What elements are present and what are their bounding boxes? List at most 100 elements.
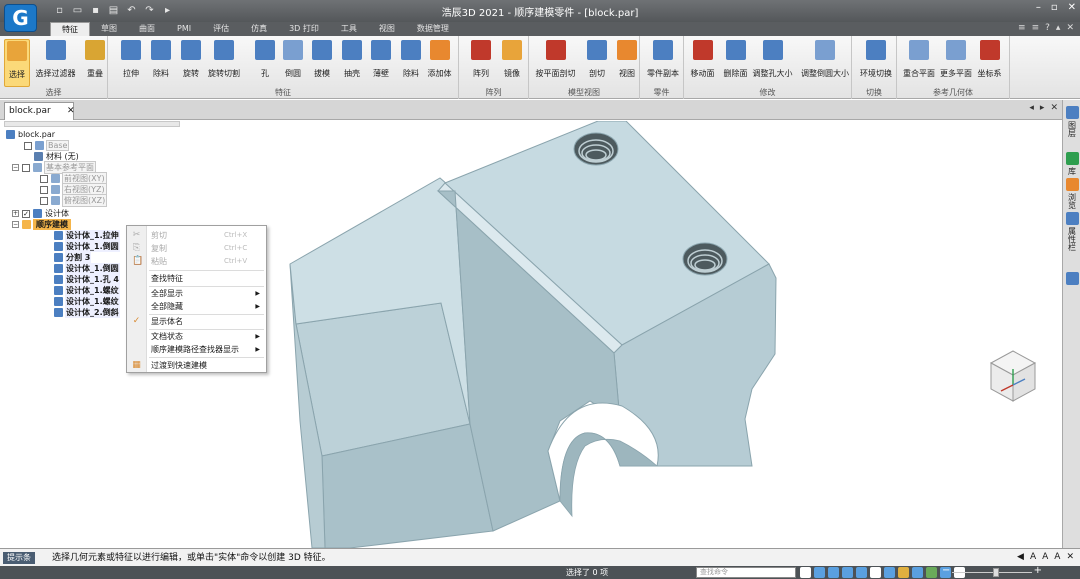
pane-browse[interactable]: 浏览 [1065,178,1079,209]
ribbon-button-0-2[interactable]: 重叠 [82,39,108,87]
ribbon-button-5-0[interactable]: 移动面 [689,39,716,87]
view-tool-3-icon[interactable] [842,567,853,578]
ribbon-button-1-8[interactable]: 薄壁 [368,39,394,87]
visibility-checkbox[interactable] [40,196,48,205]
pane-layers[interactable]: 图层 [1065,106,1079,137]
menu-item-0[interactable]: ✂ 剪切 Ctrl+X [127,229,266,242]
tree-item-feat-hole[interactable]: 设计体_1.孔 4 [54,274,120,285]
scroll-right-icon[interactable]: ▸ [1040,103,1045,113]
ribbon-button-3-2[interactable]: 视图 [614,39,640,87]
view-tool-4-icon[interactable] [856,567,867,578]
pane-properties[interactable]: 属性栏 [1065,212,1079,251]
visibility-checkbox[interactable] [22,163,30,172]
ribbon-tool-2-icon[interactable]: ? [1045,23,1050,33]
menu-item-12[interactable]: 顺序建模路径查找器显示 ▶ [127,343,266,356]
ribbon-button-7-1[interactable]: 更多平面 [938,39,974,87]
tree-item-root[interactable]: block.par [6,129,56,140]
ribbon-button-1-7[interactable]: 抽壳 [339,39,365,87]
prompt-tool-0-icon[interactable]: ◀ [1017,552,1024,562]
prompt-tool-1-icon[interactable]: A [1030,552,1036,562]
tree-item-feat-chamfer[interactable]: 设计体_2.倒斜 [54,307,120,318]
document-tab[interactable]: block.par ✕ [4,102,75,120]
tab-3[interactable]: PMI [166,22,202,36]
ribbon-button-5-3[interactable]: 调整倒圆大小 [798,39,852,87]
tab-5[interactable]: 仿真 [240,22,278,36]
pane-help[interactable] [1065,272,1079,285]
tab-6[interactable]: 3D 打印 [278,22,330,36]
minimize-icon[interactable]: – [1036,2,1041,13]
prompt-tool-3-icon[interactable]: A [1054,552,1060,562]
tree-item-top-xz[interactable]: 俯视图(XZ) [40,194,108,207]
tab-9[interactable]: 数据管理 [406,22,460,36]
ribbon-button-6-0[interactable]: 环境切换 [858,39,894,87]
view-tool-0-icon[interactable] [800,567,811,578]
tree-item-feat-round2[interactable]: 设计体_1.倒圆 [54,263,120,274]
tab-0[interactable]: 特征 [50,22,90,36]
tree-item-feat-split[interactable]: 分割 3 [54,252,92,263]
tree-toggle-icon[interactable]: − [12,221,19,228]
threaded-hole-1[interactable] [573,132,619,166]
menu-item-11[interactable]: 文档状态 ▶ [127,330,266,343]
view-tool-2-icon[interactable] [828,567,839,578]
ribbon-tool-0-icon[interactable]: ≡ [1018,23,1026,33]
menu-item-6[interactable]: 全部显示 ▶ [127,287,266,300]
ribbon-button-1-3[interactable]: 旋转切割 [206,39,242,87]
ribbon-button-1-5[interactable]: 倒圆 [280,39,306,87]
tree-item-sequence[interactable]: − 顺序建模 [12,219,71,230]
ribbon-button-4-0[interactable]: 零件副本 [645,39,681,87]
view-tool-5-icon[interactable] [870,567,881,578]
menu-item-1[interactable]: ⎘ 复制 Ctrl+C [127,242,266,255]
ribbon-button-0-0[interactable]: 选择 [4,39,30,87]
ribbon-tool-4-icon[interactable]: ✕ [1066,23,1074,33]
ribbon-button-2-1[interactable]: 镜像 [499,39,525,87]
view-tool-7-icon[interactable] [898,567,909,578]
tab-8[interactable]: 视图 [368,22,406,36]
tree-item-feat-thread[interactable]: 设计体_1.螺纹 [54,285,120,296]
view-tool-1-icon[interactable] [814,567,825,578]
ribbon-button-5-2[interactable]: 调整孔大小 [750,39,795,87]
tree-toggle-icon[interactable]: + [12,210,19,217]
menu-item-4[interactable]: 查找特征 [127,272,266,285]
ribbon-button-1-10[interactable]: 添加体 [426,39,453,87]
ribbon-button-1-9[interactable]: 除料 [398,39,424,87]
zoom-slider[interactable]: − + [942,565,1042,577]
ribbon-button-1-4[interactable]: 孔 [252,39,278,87]
tab-4[interactable]: 评估 [202,22,240,36]
tab-7[interactable]: 工具 [330,22,368,36]
tree-toggle-icon[interactable]: − [12,164,19,171]
scroll-left-icon[interactable]: ◂ [1029,103,1034,113]
ribbon-button-7-2[interactable]: 坐标系 [976,39,1003,87]
document-close-icon[interactable]: ✕ [67,103,75,119]
ribbon-button-1-1[interactable]: 除料 [148,39,174,87]
ribbon-button-0-1[interactable]: 选择过滤器 [33,39,78,87]
tree-item-body[interactable]: + ✓ 设计体 [12,208,70,219]
pane-library[interactable]: 库 [1065,152,1079,175]
zoom-in-icon[interactable]: + [1034,565,1042,576]
visibility-checkbox[interactable]: ✓ [22,209,30,218]
close-all-icon[interactable]: ✕ [1050,103,1058,113]
tree-item-feat-round[interactable]: 设计体_1.倒圆 [54,241,120,252]
tree-item-feat-thread2[interactable]: 设计体_1.螺纹 [54,296,120,307]
ribbon-tool-1-icon[interactable]: ≡ [1032,23,1040,33]
ribbon-button-1-0[interactable]: 拉伸 [118,39,144,87]
app-logo-icon[interactable]: G [4,4,37,32]
tree-item-base[interactable]: Base [24,140,70,151]
tree-item-feat-extrude[interactable]: 设计体_1.拉伸 [54,230,120,241]
ribbon-button-1-6[interactable]: 拔模 [309,39,335,87]
zoom-slider-thumb[interactable] [992,568,999,577]
ribbon-button-3-1[interactable]: 剖切 [584,39,610,87]
close-icon[interactable]: ✕ [1068,2,1076,13]
zoom-out-icon[interactable]: − [942,565,950,576]
ribbon-tool-3-icon[interactable]: ▴ [1056,23,1061,33]
tree-scrollbar[interactable] [4,121,180,127]
view-tool-8-icon[interactable] [912,567,923,578]
visibility-checkbox[interactable] [40,174,48,183]
tab-1[interactable]: 草图 [90,22,128,36]
view-tool-9-icon[interactable] [926,567,937,578]
menu-item-9[interactable]: ✓ 显示体名 [127,315,266,328]
tab-2[interactable]: 曲面 [128,22,166,36]
menu-item-14[interactable]: ▦ 过渡到快速建模 [127,359,266,372]
block-part-model[interactable] [289,121,777,548]
menu-item-2[interactable]: 📋 粘贴 Ctrl+V [127,255,266,268]
ribbon-button-2-0[interactable]: 阵列 [468,39,494,87]
